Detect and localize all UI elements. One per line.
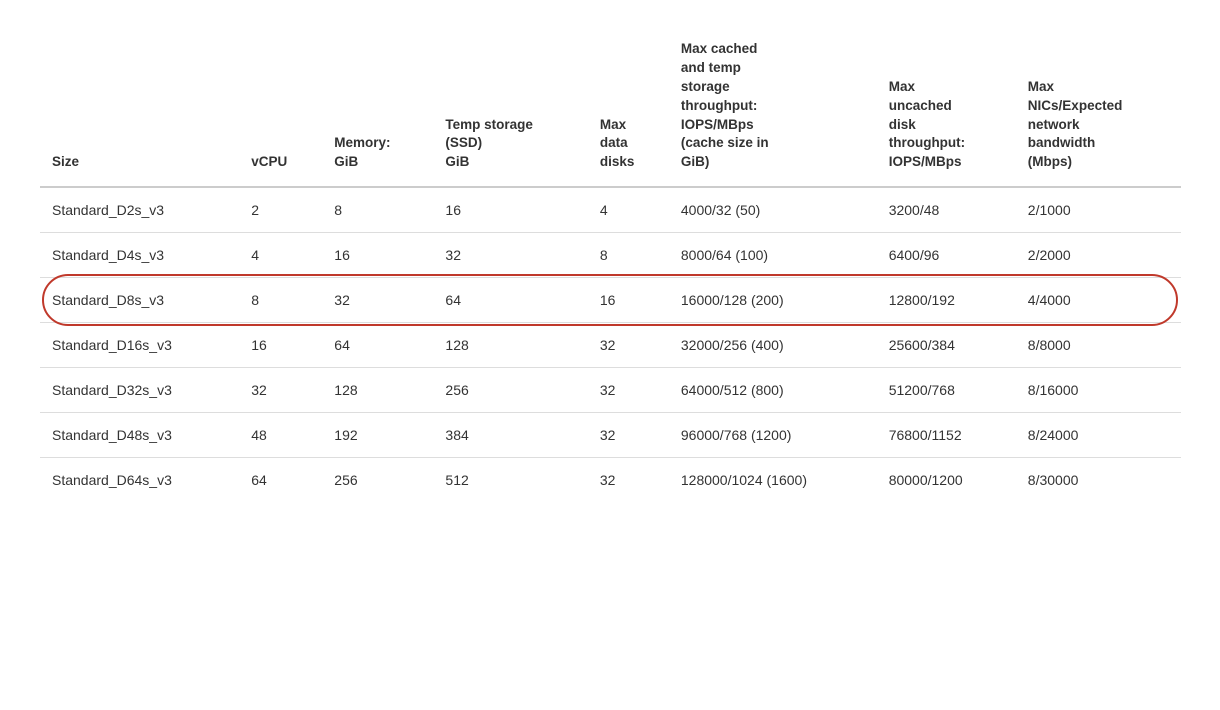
col-header-size: Size	[40, 30, 239, 187]
cell-max_uncached: 51200/768	[877, 368, 1016, 413]
cell-size: Standard_D2s_v3	[40, 187, 239, 233]
table-row: Standard_D2s_v3281644000/32 (50)3200/482…	[40, 187, 1180, 233]
cell-size: Standard_D4s_v3	[40, 233, 239, 278]
cell-max_data_disks: 4	[588, 187, 669, 233]
col-header-max-uncached: Maxuncacheddiskthroughput:IOPS/MBps	[877, 30, 1016, 187]
cell-memory: 16	[322, 233, 433, 278]
cell-vcpu: 2	[239, 187, 322, 233]
cell-vcpu: 64	[239, 458, 322, 503]
cell-max_nics: 4/4000	[1016, 278, 1180, 323]
cell-memory: 64	[322, 323, 433, 368]
cell-temp_storage: 256	[433, 368, 587, 413]
cell-temp_storage: 32	[433, 233, 587, 278]
cell-size: Standard_D32s_v3	[40, 368, 239, 413]
cell-max_nics: 2/1000	[1016, 187, 1180, 233]
cell-size: Standard_D64s_v3	[40, 458, 239, 503]
cell-max_data_disks: 16	[588, 278, 669, 323]
cell-max_uncached: 6400/96	[877, 233, 1016, 278]
cell-max_data_disks: 32	[588, 458, 669, 503]
cell-memory: 192	[322, 413, 433, 458]
cell-max_nics: 8/16000	[1016, 368, 1180, 413]
table-row: Standard_D16s_v316641283232000/256 (400)…	[40, 323, 1180, 368]
cell-vcpu: 4	[239, 233, 322, 278]
cell-max_nics: 8/30000	[1016, 458, 1180, 503]
cell-vcpu: 32	[239, 368, 322, 413]
cell-max_data_disks: 32	[588, 323, 669, 368]
cell-max_nics: 2/2000	[1016, 233, 1180, 278]
table-row: Standard_D64s_v36425651232128000/1024 (1…	[40, 458, 1180, 503]
cell-temp_storage: 384	[433, 413, 587, 458]
cell-temp_storage: 64	[433, 278, 587, 323]
table-row: Standard_D8s_v3832641616000/128 (200)128…	[40, 278, 1180, 323]
cell-memory: 32	[322, 278, 433, 323]
cell-memory: 8	[322, 187, 433, 233]
cell-size: Standard_D8s_v3	[40, 278, 239, 323]
cell-memory: 128	[322, 368, 433, 413]
cell-vcpu: 16	[239, 323, 322, 368]
cell-max_data_disks: 32	[588, 368, 669, 413]
cell-max_nics: 8/8000	[1016, 323, 1180, 368]
cell-max_cached: 4000/32 (50)	[669, 187, 877, 233]
table-row: Standard_D48s_v3481923843296000/768 (120…	[40, 413, 1180, 458]
cell-max_data_disks: 8	[588, 233, 669, 278]
cell-temp_storage: 512	[433, 458, 587, 503]
cell-max_cached: 96000/768 (1200)	[669, 413, 877, 458]
cell-size: Standard_D16s_v3	[40, 323, 239, 368]
cell-memory: 256	[322, 458, 433, 503]
cell-max_data_disks: 32	[588, 413, 669, 458]
cell-temp_storage: 128	[433, 323, 587, 368]
cell-vcpu: 8	[239, 278, 322, 323]
col-header-max-data-disks: Maxdatadisks	[588, 30, 669, 187]
col-header-max-cached: Max cachedand tempstoragethroughput:IOPS…	[669, 30, 877, 187]
cell-max_uncached: 3200/48	[877, 187, 1016, 233]
table-header-row: Size vCPU Memory:GiB Temp storage(SSD)Gi…	[40, 30, 1180, 187]
cell-temp_storage: 16	[433, 187, 587, 233]
table-row: Standard_D4s_v34163288000/64 (100)6400/9…	[40, 233, 1180, 278]
vm-sizes-table: Size vCPU Memory:GiB Temp storage(SSD)Gi…	[40, 30, 1180, 502]
table-row: Standard_D32s_v3321282563264000/512 (800…	[40, 368, 1180, 413]
cell-size: Standard_D48s_v3	[40, 413, 239, 458]
cell-max_uncached: 80000/1200	[877, 458, 1016, 503]
col-header-max-nics: MaxNICs/Expectednetworkbandwidth(Mbps)	[1016, 30, 1180, 187]
cell-max_cached: 64000/512 (800)	[669, 368, 877, 413]
cell-max_cached: 32000/256 (400)	[669, 323, 877, 368]
col-header-temp-storage: Temp storage(SSD)GiB	[433, 30, 587, 187]
col-header-vcpu: vCPU	[239, 30, 322, 187]
cell-max_cached: 128000/1024 (1600)	[669, 458, 877, 503]
cell-max_uncached: 76800/1152	[877, 413, 1016, 458]
cell-max_nics: 8/24000	[1016, 413, 1180, 458]
cell-max_cached: 8000/64 (100)	[669, 233, 877, 278]
cell-max_uncached: 25600/384	[877, 323, 1016, 368]
col-header-memory: Memory:GiB	[322, 30, 433, 187]
cell-vcpu: 48	[239, 413, 322, 458]
cell-max_uncached: 12800/192	[877, 278, 1016, 323]
cell-max_cached: 16000/128 (200)	[669, 278, 877, 323]
